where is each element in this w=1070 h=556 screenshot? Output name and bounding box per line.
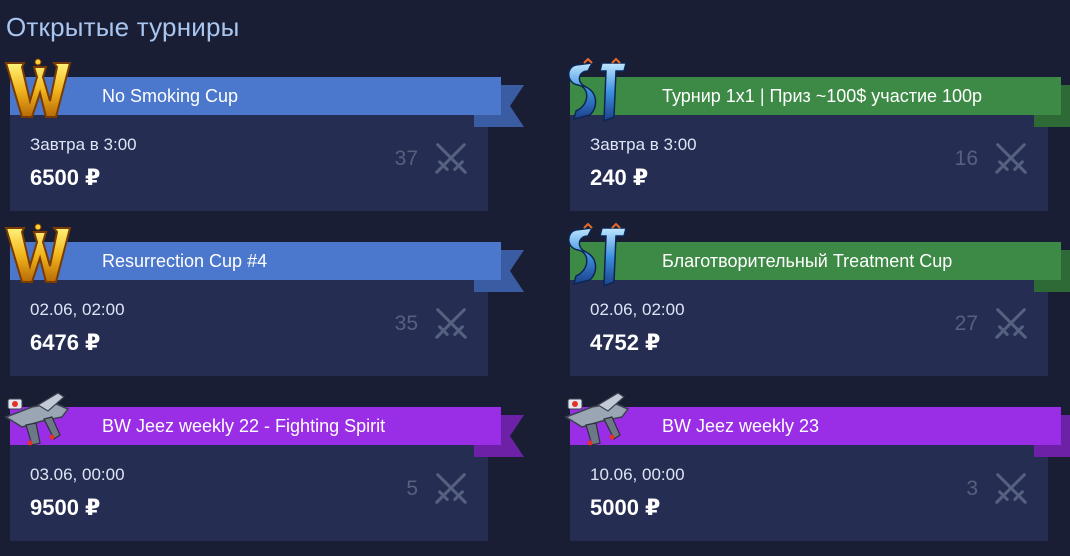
tournament-card[interactable]: Завтра в 3:00 240 ₽ 16 Турнир 1x1 | Приз…	[560, 75, 1070, 215]
tournament-banner[interactable]: Турнир 1x1 | Приз ~100$ участие 100р	[570, 77, 1061, 115]
prize-pool: 240 ₽	[590, 165, 649, 190]
tournament-card[interactable]: Завтра в 3:00 6500 ₽ 37 No Smoking Cup	[0, 75, 524, 215]
participant-count: 16	[954, 147, 978, 170]
participant-count: 27	[954, 312, 978, 335]
crossed-swords-icon	[432, 139, 470, 177]
crossed-swords-icon	[992, 304, 1030, 342]
participant-count: 37	[394, 147, 418, 170]
tournament-banner[interactable]: Resurrection Cup #4	[10, 242, 501, 280]
tournament-date: 02.06, 02:00	[30, 300, 125, 319]
crossed-swords-icon	[992, 139, 1030, 177]
crossed-swords-icon	[992, 469, 1030, 507]
tournament-banner[interactable]: Благотворительный Treatment Cup	[570, 242, 1061, 280]
crossed-swords-icon	[432, 304, 470, 342]
warcraft-logo-icon	[2, 57, 74, 127]
broodwar-ship-icon	[562, 387, 634, 457]
tournament-name[interactable]: Турнир 1x1 | Приз ~100$ участие 100р	[662, 77, 982, 115]
prize-pool: 6500 ₽	[30, 165, 101, 190]
tournament-date: Завтра в 3:00	[30, 135, 137, 154]
broodwar-ship-icon	[2, 387, 74, 457]
participant-count: 3	[966, 477, 978, 500]
card-body: 02.06, 02:00 6476 ₽ 35	[10, 280, 488, 376]
tournament-name[interactable]: BW Jeez weekly 22 - Fighting Spirit	[102, 407, 385, 445]
tournament-name[interactable]: No Smoking Cup	[102, 77, 238, 115]
tournament-name[interactable]: Благотворительный Treatment Cup	[662, 242, 952, 280]
tournament-date: 02.06, 02:00	[590, 300, 685, 319]
card-body: Завтра в 3:00 240 ₽ 16	[570, 115, 1048, 211]
starcraft2-logo-icon	[562, 222, 634, 292]
tournament-card[interactable]: 03.06, 00:00 9500 ₽ 5 BW Jeez weekly 22 …	[0, 405, 524, 545]
prize-pool: 4752 ₽	[590, 330, 661, 355]
prize-pool: 5000 ₽	[590, 495, 661, 520]
card-body: Завтра в 3:00 6500 ₽ 37	[10, 115, 488, 211]
tournament-banner[interactable]: BW Jeez weekly 23	[570, 407, 1061, 445]
tournament-banner[interactable]: BW Jeez weekly 22 - Fighting Spirit	[10, 407, 501, 445]
tournament-date: 03.06, 00:00	[30, 465, 125, 484]
card-body: 10.06, 00:00 5000 ₽ 3	[570, 445, 1048, 541]
prize-pool: 9500 ₽	[30, 495, 101, 520]
prize-pool: 6476 ₽	[30, 330, 101, 355]
tournament-banner[interactable]: No Smoking Cup	[10, 77, 501, 115]
tournament-card[interactable]: 10.06, 00:00 5000 ₽ 3 BW Jeez weekly 23	[560, 405, 1070, 545]
tournament-date: Завтра в 3:00	[590, 135, 697, 154]
participant-count: 35	[394, 312, 418, 335]
card-body: 03.06, 00:00 9500 ₽ 5	[10, 445, 488, 541]
tournament-date: 10.06, 00:00	[590, 465, 685, 484]
tournament-name[interactable]: Resurrection Cup #4	[102, 242, 267, 280]
tournament-card[interactable]: 02.06, 02:00 4752 ₽ 27 Благотворительный…	[560, 240, 1070, 380]
tournament-card[interactable]: 02.06, 02:00 6476 ₽ 35 Resurrection Cup …	[0, 240, 524, 380]
participant-count: 5	[406, 477, 418, 500]
page-title: Открытые турниры	[6, 12, 240, 42]
warcraft-logo-icon	[2, 222, 74, 292]
card-body: 02.06, 02:00 4752 ₽ 27	[570, 280, 1048, 376]
tournament-name[interactable]: BW Jeez weekly 23	[662, 407, 819, 445]
crossed-swords-icon	[432, 469, 470, 507]
starcraft2-logo-icon	[562, 57, 634, 127]
